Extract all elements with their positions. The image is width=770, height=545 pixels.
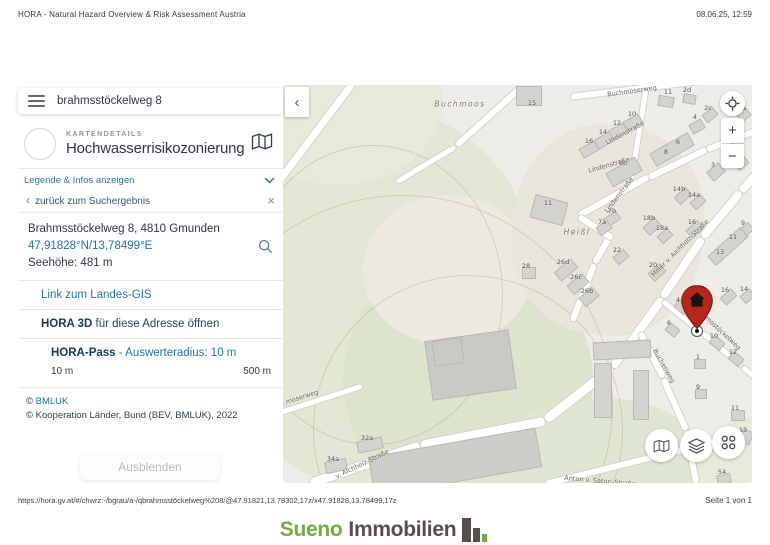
- address-text: Brahmsstöckelweg 8, 4810 Gmunden: [28, 221, 275, 238]
- search-input[interactable]: brahmsstöckelweg 8: [57, 95, 162, 107]
- map-details-card: KARTENDETAILS Hochwasserrisikozonierung …: [18, 118, 283, 192]
- logo-word-immobilien: Immobilien: [348, 518, 456, 542]
- menu-icon[interactable]: [28, 95, 45, 107]
- hora-3d-link[interactable]: HORA 3D für diese Adresse öffnen: [18, 310, 283, 339]
- map-fold-icon[interactable]: [251, 133, 273, 155]
- map-house-number: 16: [721, 286, 729, 294]
- map-house-number: 2d: [683, 86, 691, 94]
- map-house-number: 54: [718, 468, 726, 476]
- hora-app: HORA - Natural Hazard Overview & Risk As…: [0, 0, 770, 545]
- kartendetails-label: KARTENDETAILS: [66, 131, 245, 138]
- map-house-number: 6: [676, 138, 680, 146]
- map-house-number: 34a: [327, 455, 339, 463]
- hora-pass-link[interactable]: HORA-Pass - Auswerteradius: 10 m: [51, 347, 275, 359]
- map-house-number: 12: [613, 119, 621, 127]
- apps-grid-button[interactable]: [712, 426, 745, 459]
- map-building: [682, 93, 697, 105]
- back-to-results-link[interactable]: ‹zurück zum Suchergebnis: [26, 193, 150, 207]
- radius-slider[interactable]: 10 m 500 m: [51, 366, 275, 377]
- map-house-number: 16: [688, 218, 696, 226]
- map-house-number: 22: [613, 246, 621, 254]
- search-magnifier-icon[interactable]: [258, 239, 273, 257]
- copyright-line2: © Kooperation Länder, Bund (BEV, BMLUK),…: [26, 409, 275, 423]
- map-building: [594, 363, 612, 418]
- coordinates-link[interactable]: 47,91828°N/13,78499°E: [28, 238, 275, 255]
- chevron-down-icon[interactable]: [264, 177, 275, 184]
- map-house-number: 9: [741, 219, 745, 227]
- hora-pass-section: HORA-Pass - Auswerteradius: 10 m 10 m 50…: [18, 339, 283, 388]
- page-header-title: HORA - Natural Hazard Overview & Risk As…: [18, 10, 246, 19]
- location-pin-icon[interactable]: [680, 284, 714, 330]
- map-house-number: 8: [664, 148, 668, 156]
- map-house-number: 16: [585, 137, 593, 145]
- map-layer-title: Hochwasserrisikozonierung: [66, 140, 245, 157]
- map-street-label: Buchmoos: [434, 100, 485, 109]
- footer-url: https://hora.gv.at/#/chwrz:-/bgrau/a-/qb…: [18, 496, 397, 505]
- legend-toggle-label[interactable]: Legende & Infos anzeigen: [24, 175, 134, 186]
- map-house-number: 28: [522, 262, 530, 270]
- elevation-text: Seehöhe: 481 m: [28, 255, 275, 272]
- map-house-number: 2c: [704, 104, 712, 112]
- map-house-number: 14b: [673, 185, 685, 193]
- search-bar[interactable]: brahmsstöckelweg 8: [18, 88, 283, 114]
- copyright-block: © BMLUK © Kooperation Länder, Bund (BEV,…: [18, 388, 283, 423]
- hora-3d-bold[interactable]: HORA 3D: [41, 318, 92, 330]
- zoom-out-button[interactable]: −: [721, 144, 744, 168]
- hide-panel-button[interactable]: Ausblenden: [80, 453, 220, 480]
- search-result-card: ‹zurück zum Suchergebnis × Brahmsstöckel…: [18, 188, 283, 423]
- logo-buildings-icon: [462, 516, 490, 542]
- map-house-number: 4: [693, 113, 697, 121]
- radius-max-label: 500 m: [243, 366, 271, 377]
- bmluk-link[interactable]: BMLUK: [36, 396, 69, 407]
- map-building: [431, 337, 464, 367]
- map-street-label: Heißl: [564, 228, 591, 237]
- footer-page-count: Seite 1 von 1: [705, 496, 752, 505]
- map-house-number: 7a: [598, 218, 606, 226]
- map-house-number: 11: [544, 199, 552, 207]
- map-canvas[interactable]: 15112d410121416869b7b7a1126d26c26b282214…: [283, 85, 752, 483]
- loading-circle-icon: [24, 128, 56, 160]
- locate-button[interactable]: [720, 91, 745, 116]
- chevron-left-icon: ‹: [26, 193, 30, 207]
- map-house-number: 15: [528, 99, 536, 107]
- map-building: [593, 339, 652, 360]
- landes-gis-link[interactable]: Link zum Landes-GIS: [41, 289, 152, 301]
- map-house-number: 26c: [570, 273, 582, 281]
- map-building: [657, 94, 675, 108]
- layers-button[interactable]: [680, 429, 713, 462]
- company-logo: Sueno Immobilien: [0, 516, 770, 542]
- map-house-number: 11: [664, 88, 672, 96]
- map-house-number: 14: [599, 128, 607, 136]
- map-house-number: 18b: [643, 214, 655, 222]
- map-house-number: 32a: [361, 434, 373, 442]
- map-house-number: 26b: [581, 287, 593, 295]
- map-road: [453, 85, 525, 149]
- page-header-datetime: 08.06.25, 12:59: [696, 10, 752, 19]
- map-house-number: 10: [628, 110, 636, 118]
- map-house-number: 3: [711, 161, 715, 169]
- map-house-number: 1: [696, 353, 700, 361]
- map-house-number: 9: [696, 383, 700, 391]
- address-block: Brahmsstöckelweg 8, 4810 Gmunden 47,9182…: [18, 213, 283, 281]
- zoom-in-button[interactable]: +: [721, 118, 744, 143]
- map-house-number: 6: [667, 319, 671, 327]
- map-road: [740, 363, 752, 390]
- sidebar-panel: brahmsstöckelweg 8 KARTENDETAILS Hochwas…: [18, 85, 283, 483]
- logo-word-sueno: Sueno: [280, 518, 343, 542]
- basemap-button[interactable]: [645, 429, 678, 462]
- map-house-number: 14: [740, 285, 748, 293]
- map-house-number: 18a: [656, 224, 668, 232]
- map-house-number: 26d: [557, 258, 569, 266]
- close-icon[interactable]: ×: [267, 194, 275, 207]
- map-building: [633, 370, 649, 420]
- collapse-panel-button[interactable]: ‹: [285, 87, 309, 117]
- map-house-number: 11: [729, 233, 737, 241]
- radius-min-label: 10 m: [51, 366, 73, 377]
- map-house-number: 14a: [688, 191, 700, 199]
- map-house-number: 11: [731, 404, 739, 412]
- map-house-number: 13: [716, 248, 724, 256]
